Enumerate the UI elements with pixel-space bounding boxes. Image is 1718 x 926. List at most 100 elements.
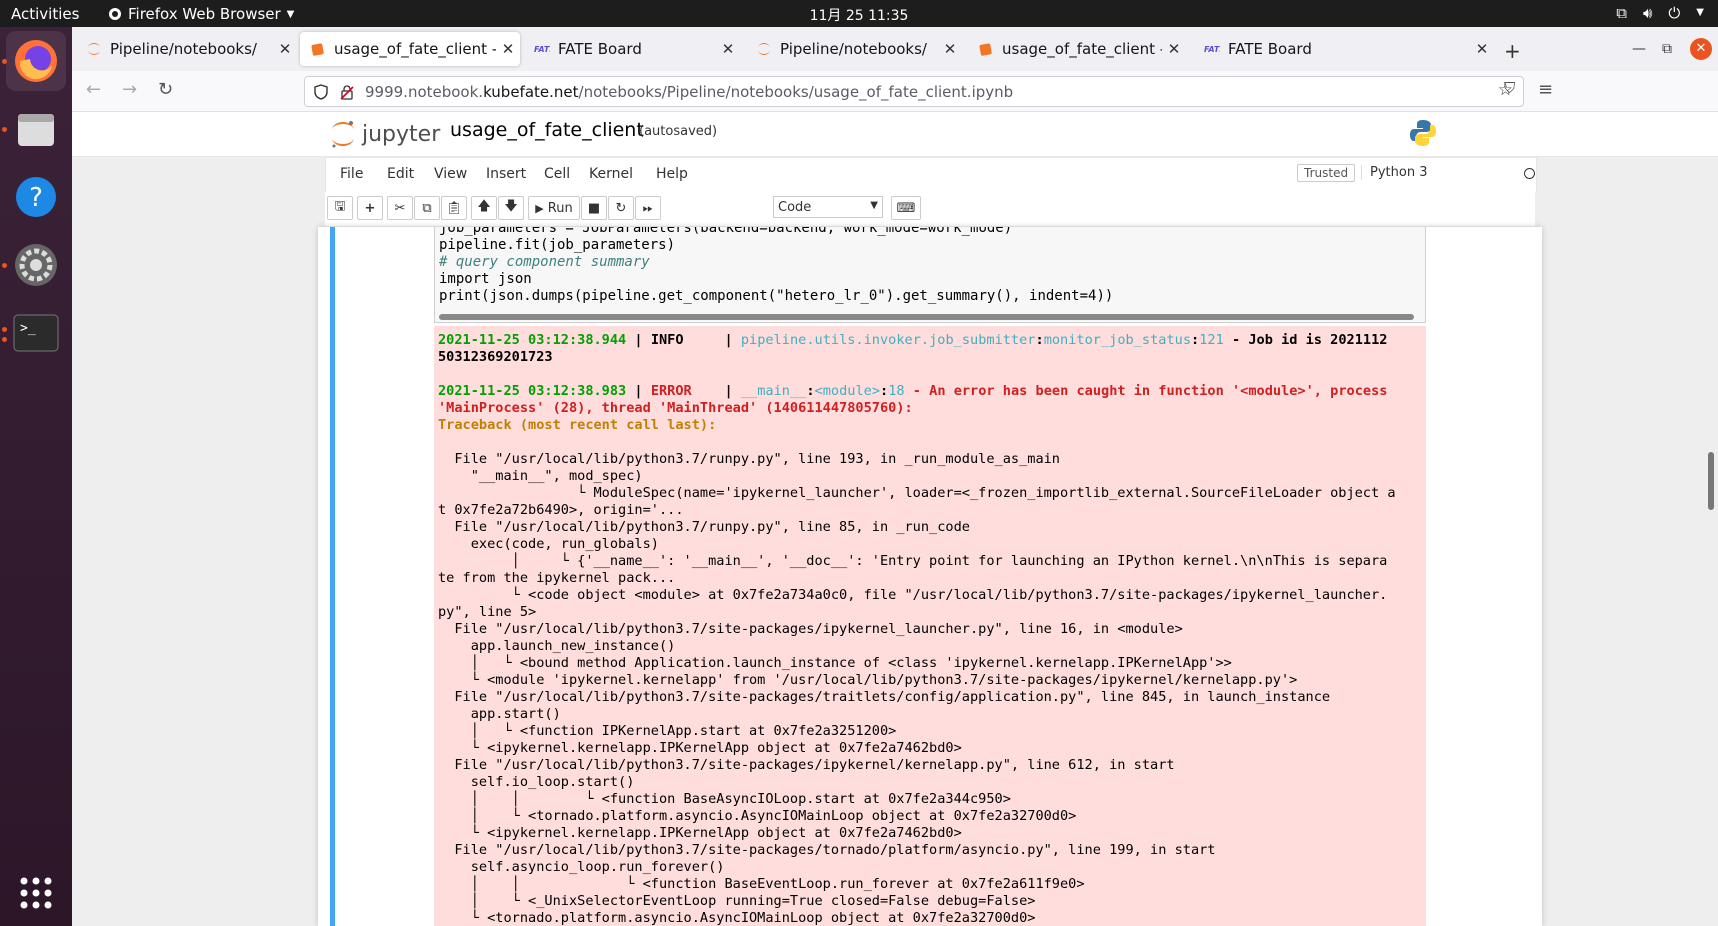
- jupyter-logo-text: jupyter: [362, 121, 441, 147]
- jupyter-logo-icon: [332, 121, 354, 148]
- traceback-line: py", line 5>: [438, 604, 537, 620]
- copy-button[interactable]: ⧉: [414, 196, 440, 220]
- cell-type-select[interactable]: Code ▼: [773, 196, 883, 218]
- forward-button[interactable]: →: [122, 79, 137, 100]
- traceback-line: app.launch_new_instance(): [438, 638, 676, 654]
- code-editor[interactable]: job_parameters = JobParameters(backend=b…: [439, 227, 1113, 305]
- gnome-top-bar: Activities Firefox Web Browser ▼ 11月 25 …: [0, 0, 1718, 27]
- kernel-name[interactable]: Python 3: [1361, 165, 1427, 180]
- hamburger-menu-icon[interactable]: ≡: [1538, 79, 1553, 100]
- minimize-icon[interactable]: —: [1632, 41, 1646, 57]
- traceback-line: └ <code object <module> at 0x7fe2a734a0c…: [438, 587, 1388, 603]
- save-button[interactable]: 🖫: [327, 196, 353, 220]
- paste-icon: 📋︎: [445, 200, 463, 216]
- shield-icon: [314, 83, 328, 100]
- menu-insert[interactable]: Insert: [486, 166, 526, 182]
- window-close-button[interactable]: ✕: [1690, 38, 1712, 60]
- restore-icon[interactable]: ⧉: [1662, 41, 1672, 57]
- tab-pipeline-notebooks[interactable]: Pipeline/notebooks/ ✕: [76, 32, 297, 66]
- tab-pipeline-notebooks-2[interactable]: Pipeline/notebooks/ ✕: [746, 32, 962, 66]
- new-tab-button[interactable]: +: [1504, 39, 1521, 63]
- arrow-down-icon: 🡇: [504, 199, 518, 214]
- notebook-title[interactable]: usage_of_fate_client: [450, 119, 644, 141]
- restart-run-all-button[interactable]: ⏩︎: [635, 196, 661, 220]
- command-palette-button[interactable]: ⌨: [891, 196, 921, 220]
- dock-settings[interactable]: [6, 235, 66, 295]
- jupyter-icon: [88, 43, 100, 55]
- close-icon[interactable]: ✕: [1470, 40, 1494, 58]
- tab-title: Pipeline/notebooks/: [110, 40, 257, 58]
- code-line: import json: [439, 271, 532, 287]
- notebook-container: job_parameters = JobParameters(backend=b…: [318, 227, 1542, 926]
- activities-button[interactable]: Activities: [11, 5, 79, 23]
- tab-fate-board[interactable]: FATE FATE Board ✕: [524, 32, 740, 66]
- menu-help[interactable]: Help: [656, 166, 688, 182]
- dock-help[interactable]: ?: [6, 167, 66, 227]
- fate-icon: FATE: [1204, 45, 1220, 54]
- menu-view[interactable]: View: [434, 166, 467, 182]
- fate-icon: FATE: [534, 45, 550, 54]
- traceback-line: │ │ └ <function BaseAsyncIOLoop.start at…: [438, 791, 1011, 807]
- close-icon[interactable]: ✕: [496, 40, 520, 58]
- jupyter-icon: [758, 43, 770, 55]
- copy-icon: ⧉: [422, 200, 432, 216]
- move-up-button[interactable]: 🡅: [471, 196, 497, 220]
- info-function: monitor_job_status: [1043, 332, 1192, 348]
- traceback-line: │ │ └ <function BaseEventLoop.run_foreve…: [438, 876, 1085, 892]
- interrupt-button[interactable]: ■: [581, 196, 607, 220]
- run-button[interactable]: ▶ Run: [528, 196, 580, 220]
- files-icon: [18, 114, 54, 146]
- svg-text:>_: >_: [20, 321, 36, 336]
- close-icon[interactable]: ✕: [1162, 40, 1186, 58]
- help-icon: ?: [16, 177, 56, 217]
- jupyter-logo[interactable]: jupyter: [330, 120, 440, 148]
- close-icon[interactable]: ✕: [273, 40, 297, 58]
- close-icon[interactable]: ✕: [716, 40, 740, 58]
- tab-title: usage_of_fate_client - Ju: [334, 40, 496, 58]
- paste-button[interactable]: 📋︎: [441, 196, 467, 220]
- menu-kernel[interactable]: Kernel: [589, 166, 633, 182]
- pocket-icon[interactable]: ⛉: [1504, 79, 1515, 97]
- tab-title: FATE Board: [1228, 40, 1312, 58]
- save-icon: 🖫: [334, 199, 346, 214]
- reload-button[interactable]: ↻: [158, 79, 173, 100]
- horizontal-scrollbar[interactable]: [439, 314, 1414, 320]
- restart-button[interactable]: ↻: [608, 196, 634, 220]
- svg-text:?: ?: [29, 183, 43, 213]
- dock-files[interactable]: [6, 99, 66, 159]
- traceback-line: └ <ipykernel.kernelapp.IPKernelApp objec…: [438, 825, 962, 841]
- system-tray[interactable]: ⧉ 🔊︎ ⏻ ▼: [1616, 4, 1704, 22]
- restart-icon: ↻: [615, 200, 627, 216]
- traceback-line: te from the ipykernel pack...: [438, 570, 676, 586]
- cut-button[interactable]: ✂: [387, 196, 413, 220]
- back-button[interactable]: ←: [86, 79, 101, 100]
- traceback-line: File "/usr/local/lib/python3.7/site-pack…: [438, 621, 1183, 637]
- tab-title: FATE Board: [558, 40, 642, 58]
- menu-cell[interactable]: Cell: [544, 166, 570, 182]
- tab-fate-board-2[interactable]: FATE FATE Board ✕: [1194, 32, 1494, 66]
- url-bar[interactable]: 9999.notebook.kubefate.net/notebooks/Pip…: [304, 76, 1524, 107]
- trusted-indicator[interactable]: Trusted: [1297, 164, 1356, 182]
- traceback-line: File "/usr/local/lib/python3.7/runpy.py"…: [438, 519, 970, 535]
- code-cell-input[interactable]: job_parameters = JobParameters(backend=b…: [434, 227, 1426, 323]
- dock: ? >_: [0, 27, 72, 926]
- vertical-scrollbar[interactable]: [1708, 452, 1714, 510]
- clock[interactable]: 11月 25 11:35: [810, 8, 909, 24]
- dock-terminal[interactable]: >_: [6, 303, 66, 363]
- chevron-down-icon: ▼: [286, 8, 295, 20]
- error-message: An error has been caught in function '<m…: [929, 383, 1388, 399]
- tab-usage-of-fate-client-2[interactable]: usage_of_fate_client - Ju ✕: [968, 32, 1186, 66]
- tab-usage-of-fate-client[interactable]: usage_of_fate_client - Ju ✕: [300, 32, 520, 66]
- menu-file[interactable]: File: [340, 166, 363, 182]
- dock-app-grid[interactable]: [6, 863, 66, 923]
- move-down-button[interactable]: 🡇: [498, 196, 524, 220]
- traceback-line: t 0x7fe2a72b6490>, origin='...: [438, 502, 684, 518]
- scissors-icon: ✂: [394, 200, 406, 216]
- app-menu[interactable]: Firefox Web Browser ▼: [108, 5, 294, 23]
- close-icon[interactable]: ✕: [938, 40, 962, 58]
- firefox-small-icon: [109, 8, 121, 20]
- insert-cell-button[interactable]: +: [357, 196, 383, 220]
- dock-firefox[interactable]: [6, 31, 66, 91]
- power-icon: ⏻: [1668, 4, 1681, 22]
- menu-edit[interactable]: Edit: [387, 166, 414, 182]
